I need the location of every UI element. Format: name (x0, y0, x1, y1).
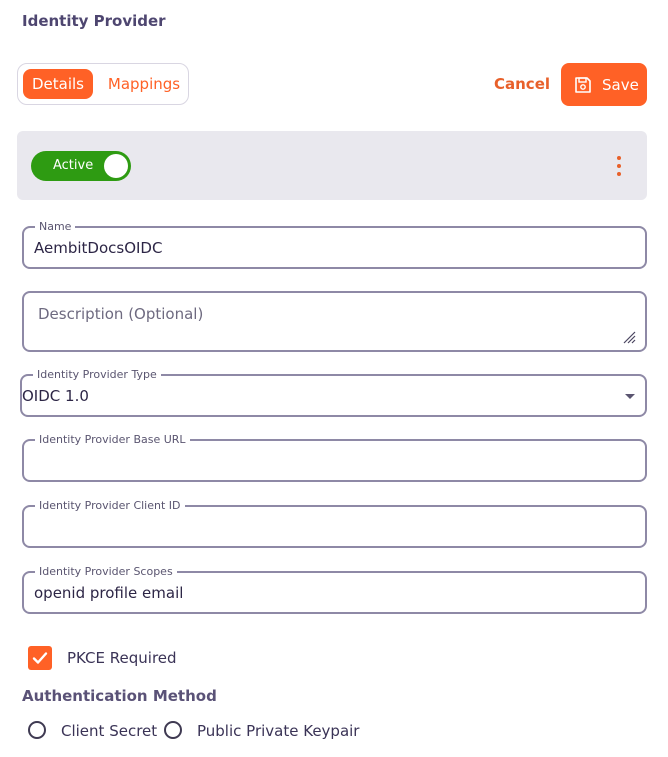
radio-public-private-keypair-label[interactable]: Public Private Keypair (197, 722, 359, 740)
scopes-field[interactable]: Identity Provider Scopes openid profile … (22, 565, 647, 614)
base-url-label: Identity Provider Base URL (35, 433, 190, 446)
tab-bar: Details Mappings (17, 63, 189, 105)
more-vertical-icon[interactable] (611, 156, 627, 176)
scopes-label: Identity Provider Scopes (35, 565, 177, 578)
tab-details[interactable]: Details (23, 69, 93, 99)
name-label: Name (35, 220, 76, 233)
provider-type-label: Identity Provider Type (33, 368, 161, 381)
cancel-button[interactable]: Cancel (494, 75, 550, 93)
chevron-down-icon (625, 394, 635, 399)
check-icon (32, 652, 48, 664)
name-field[interactable]: Name AembitDocsOIDC (22, 220, 647, 269)
provider-type-value: OIDC 1.0 (22, 387, 89, 405)
client-id-label: Identity Provider Client ID (35, 499, 185, 512)
status-bar: Active (17, 131, 647, 200)
base-url-field[interactable]: Identity Provider Base URL (22, 433, 647, 482)
scopes-value: openid profile email (34, 584, 184, 602)
save-label: Save (602, 75, 639, 94)
toggle-label: Active (53, 158, 94, 173)
active-toggle[interactable]: Active (31, 151, 131, 181)
name-value: AembitDocsOIDC (34, 239, 163, 257)
identity-provider-page: Identity Provider Details Mappings Cance… (0, 0, 668, 757)
description-placeholder: Description (Optional) (38, 305, 204, 323)
tab-mappings[interactable]: Mappings (98, 69, 190, 99)
save-button[interactable]: Save (561, 63, 647, 106)
resize-handle-icon[interactable] (622, 329, 636, 344)
description-field[interactable]: Description (Optional) (22, 291, 647, 352)
radio-client-secret-label[interactable]: Client Secret (61, 722, 157, 740)
provider-type-select[interactable]: Identity Provider Type OIDC 1.0 (20, 368, 647, 417)
save-icon (573, 75, 593, 95)
pkce-checkbox[interactable] (28, 646, 52, 670)
auth-method-heading: Authentication Method (22, 687, 217, 705)
toggle-knob (104, 154, 128, 178)
pkce-label: PKCE Required (67, 649, 177, 667)
radio-public-private-keypair[interactable] (164, 721, 182, 739)
radio-client-secret[interactable] (28, 721, 46, 739)
page-title: Identity Provider (22, 12, 166, 30)
client-id-field[interactable]: Identity Provider Client ID (22, 499, 647, 548)
